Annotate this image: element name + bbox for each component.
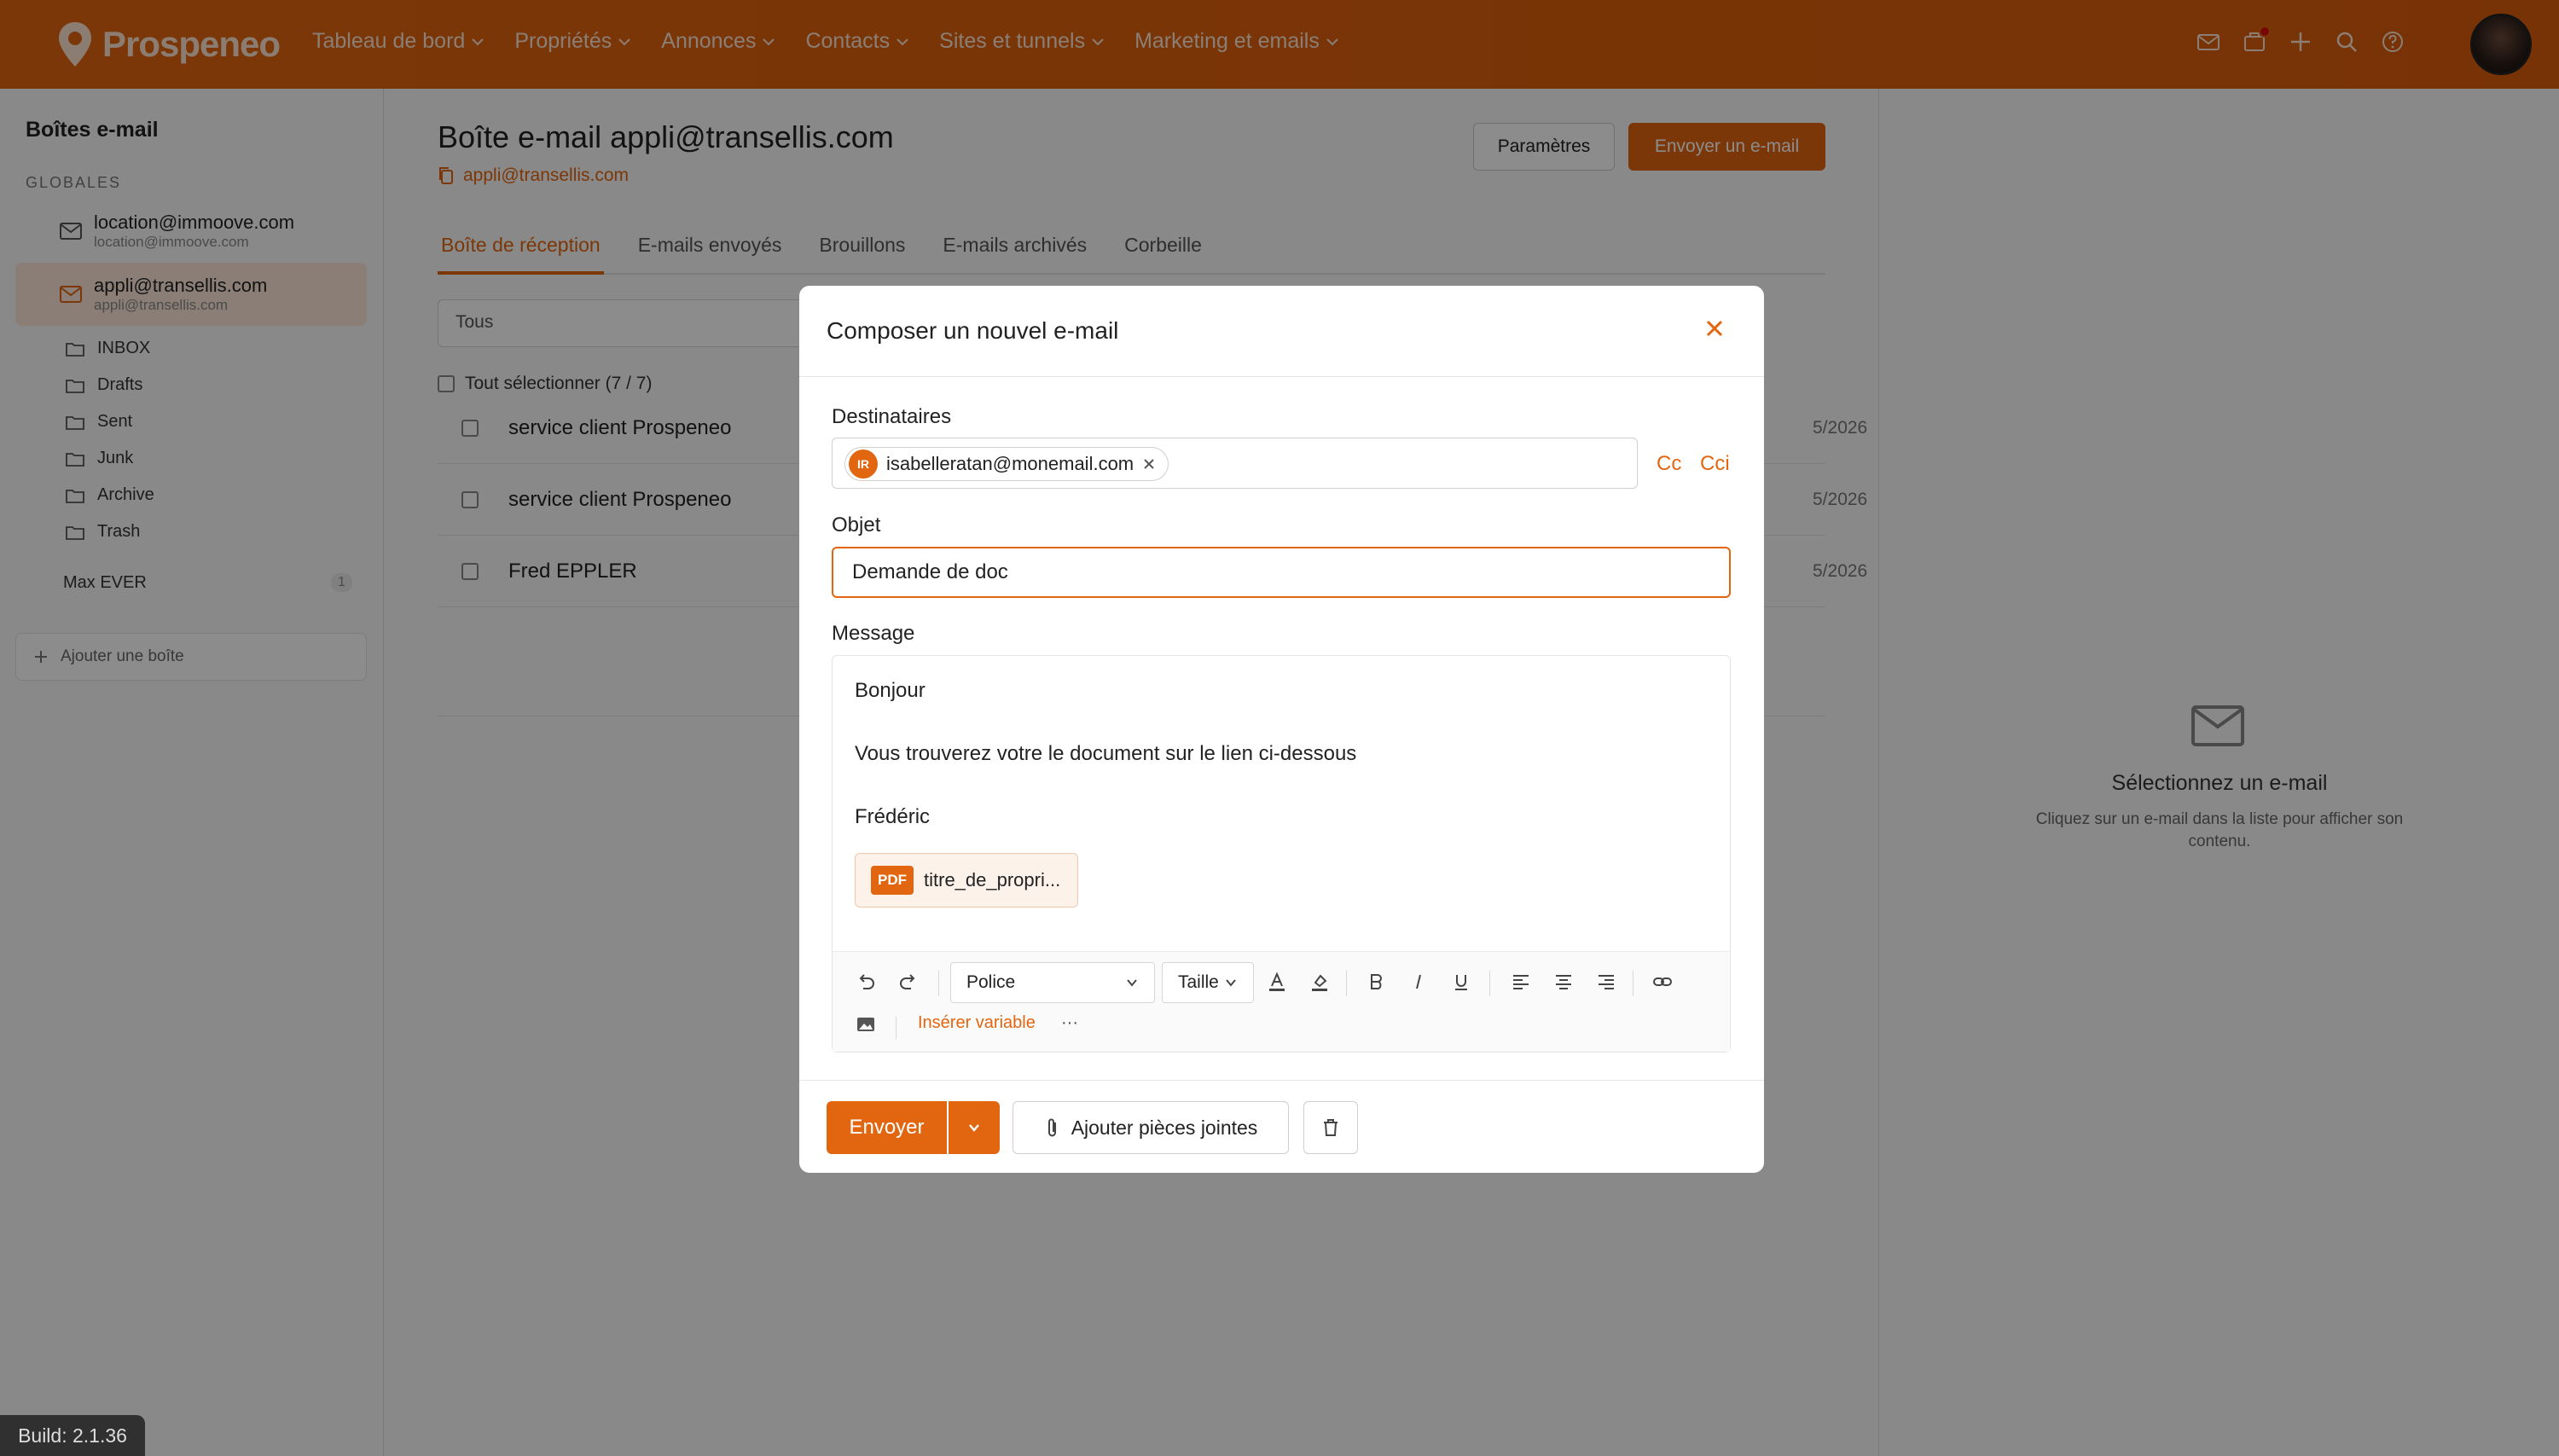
send-options-button[interactable] [949,1101,1000,1154]
message-editor[interactable]: Bonjour Vous trouverez votre le document… [832,655,1731,1053]
discard-draft-button[interactable] [1303,1101,1358,1154]
highlight-color-icon[interactable] [1309,971,1331,993]
message-line: Frédéric [855,805,931,828]
recipients-label: Destinataires [832,405,952,428]
size-select-value: Taille [1178,972,1219,992]
undo-icon[interactable] [855,971,877,993]
recipient-chip[interactable]: IR isabelleratan@monemail.com [844,447,1169,481]
redo-icon[interactable] [897,971,920,993]
pdf-icon: PDF [871,866,914,895]
cc-toggle[interactable]: Cc [1657,452,1681,476]
message-line: Bonjour [855,679,926,702]
size-select[interactable]: Taille [1162,962,1254,1003]
paperclip-icon [1047,1118,1056,1137]
send-button[interactable]: Envoyer [827,1101,947,1154]
modal-footer: Envoyer Ajouter pièces jointes [799,1080,1764,1173]
recipients-field[interactable]: IR isabelleratan@monemail.com [832,438,1638,489]
more-options-button[interactable]: ··· [1061,1013,1078,1033]
compose-email-modal: Composer un nouvel e-mail Destinataires … [799,286,1764,1173]
align-center-icon[interactable] [1552,971,1575,993]
underline-icon[interactable] [1450,971,1472,993]
toolbar-separator [1346,971,1347,996]
modal-title: Composer un nouvel e-mail [827,317,1119,344]
build-version: Build: 2.1.36 [0,1415,145,1456]
subject-label: Objet [832,513,881,537]
add-attachments-label: Ajouter pièces jointes [1071,1116,1258,1139]
modal-header: Composer un nouvel e-mail [799,286,1764,377]
recipient-email: isabelleratan@monemail.com [886,453,1134,474]
font-select[interactable]: Police [950,962,1155,1003]
toolbar-separator [1489,971,1490,996]
font-select-value: Police [966,972,1016,992]
image-icon[interactable] [855,1013,877,1035]
cci-toggle[interactable]: Cci [1700,452,1730,476]
toolbar-separator [896,1017,897,1039]
chevron-down-icon [1127,979,1137,987]
editor-toolbar: Police Taille Insérer variable ··· [833,951,1730,1052]
chevron-down-icon [969,1124,979,1132]
recipient-initials: IR [849,450,878,479]
attachment-name: titre_de_propri... [924,869,1061,890]
align-right-icon[interactable] [1595,971,1617,993]
subject-input[interactable] [832,547,1731,598]
remove-recipient-icon[interactable] [1142,457,1156,471]
close-icon[interactable] [1701,315,1728,342]
chevron-down-icon [1226,979,1236,987]
toolbar-separator [938,971,939,996]
text-color-icon[interactable] [1266,971,1288,993]
message-line: Vous trouverez votre le document sur le … [855,742,1357,765]
attachment-chip[interactable]: PDF titre_de_propri... [855,853,1079,908]
italic-icon[interactable] [1407,971,1430,993]
add-attachments-button[interactable]: Ajouter pièces jointes [1013,1101,1289,1154]
message-label: Message [832,622,915,645]
link-icon[interactable] [1651,971,1674,993]
align-left-icon[interactable] [1510,971,1532,993]
trash-icon [1324,1119,1338,1136]
insert-variable-button[interactable]: Insérer variable [918,1013,1036,1033]
bold-icon[interactable] [1365,971,1387,993]
